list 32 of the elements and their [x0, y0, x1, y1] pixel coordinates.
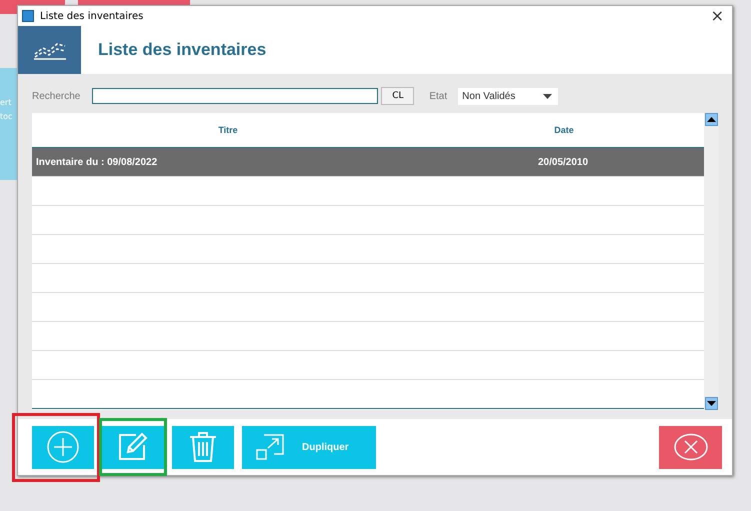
search-field[interactable] — [92, 88, 378, 104]
up-triangle-icon — [707, 117, 716, 122]
table-cell-text: Inventaire du : 09/08/2022 — [35, 156, 158, 168]
dialog-heading: Liste des inventaires — [98, 40, 266, 60]
clear-button[interactable]: CL — [381, 87, 414, 105]
close-button[interactable]: × — [702, 9, 732, 23]
column-header[interactable]: Titre — [32, 125, 424, 135]
pencil-icon — [116, 431, 150, 463]
state-dropdown[interactable]: Non Validés — [458, 88, 558, 104]
tile-text: toc — [0, 111, 14, 123]
table-cell-text: 20/05/2010 — [537, 156, 588, 168]
delete-button[interactable] — [172, 426, 234, 468]
down-triangle-icon — [707, 401, 716, 406]
caret-icon — [543, 94, 552, 98]
trash-icon — [188, 430, 218, 464]
plus-circle-icon — [46, 430, 80, 464]
tile-text: ert — [0, 97, 12, 109]
add-button[interactable] — [32, 426, 94, 468]
close-circle-icon — [672, 433, 708, 461]
window-icon — [22, 10, 34, 22]
table-row[interactable]: Inventaire du : 09/08/2022 20/05/2010 — [32, 148, 704, 177]
state-label: Etat — [429, 90, 448, 102]
edit-button[interactable] — [102, 426, 164, 468]
search-label: Recherche — [32, 90, 80, 102]
line-chart-icon — [32, 40, 66, 60]
expand-window-icon — [256, 434, 284, 460]
scroll-up-button[interactable] — [705, 113, 718, 126]
close-button[interactable] — [659, 426, 722, 468]
scrollbar[interactable] — [704, 113, 719, 410]
scroll-down-button[interactable] — [705, 397, 718, 410]
column-header[interactable]: Date — [424, 125, 704, 135]
window-title: Liste des inventaires — [40, 10, 144, 22]
